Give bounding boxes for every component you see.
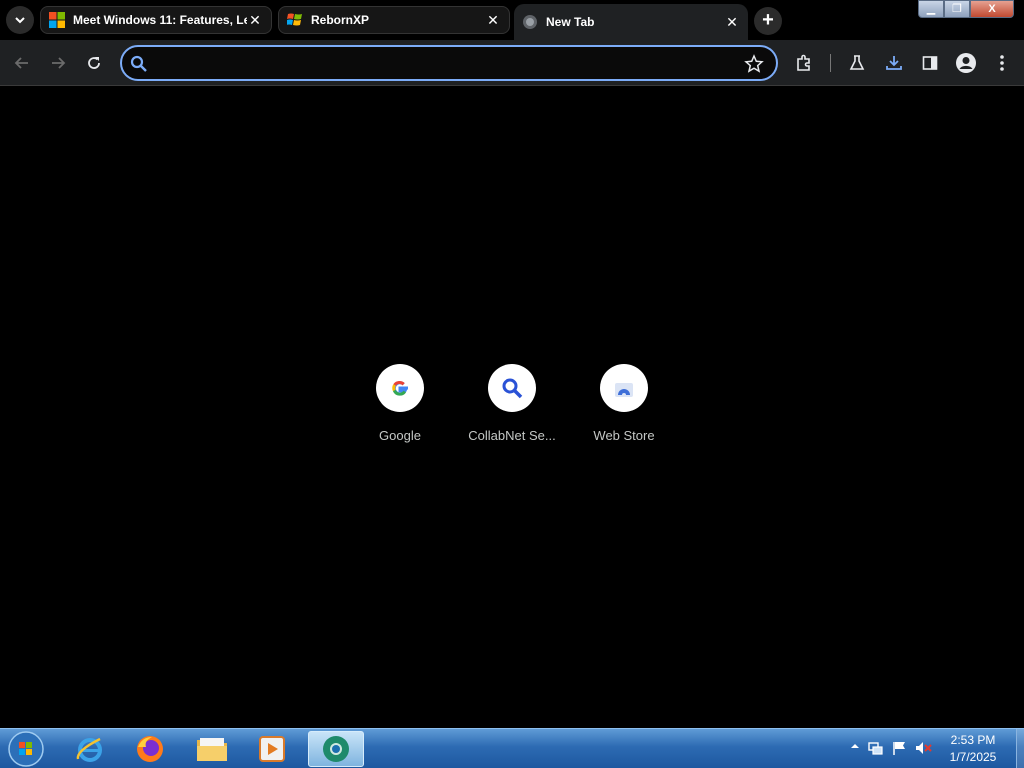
tab-search-button[interactable]: [6, 6, 34, 34]
extensions-button[interactable]: [792, 51, 816, 75]
address-bar[interactable]: [120, 45, 778, 81]
flag-icon: [893, 742, 905, 755]
windows-logo-icon: [49, 12, 65, 28]
magnifier-icon: [502, 378, 523, 399]
search-icon: [130, 55, 147, 72]
shortcut-tile: [376, 364, 424, 412]
tab-rebornxp[interactable]: RebornXP ✕: [278, 6, 510, 34]
network-tray-icon[interactable]: [866, 740, 884, 758]
tab-title: New Tab: [546, 15, 595, 29]
shortcut-label: Google: [379, 428, 421, 443]
windows-xp-logo-icon: [287, 13, 302, 26]
taskbar-clock[interactable]: 2:53 PM 1/7/2025: [932, 732, 1014, 766]
toolbar-divider: [830, 54, 831, 72]
shortcut-label: Web Store: [593, 428, 655, 443]
new-tab-page: Google CollabNet Se... Web Store: [0, 87, 1024, 728]
reload-button[interactable]: [82, 51, 106, 75]
web-store-icon: [615, 383, 633, 397]
clock-time: 2:53 PM: [950, 733, 996, 747]
flask-icon: [849, 55, 865, 70]
puzzle-icon: [797, 54, 810, 71]
show-hidden-icons-button[interactable]: [846, 740, 864, 758]
arrow-left-icon: [14, 57, 28, 69]
menu-button[interactable]: [990, 51, 1014, 75]
profile-button[interactable]: [954, 51, 978, 75]
internet-explorer-icon: [76, 737, 102, 762]
shortcut-google[interactable]: Google: [352, 364, 448, 454]
chevron-down-icon: [15, 17, 25, 24]
taskbar: 2:53 PM 1/7/2025: [0, 728, 1024, 768]
taskbar-file-explorer[interactable]: [184, 731, 240, 767]
shortcut-collabnet[interactable]: CollabNet Se...: [464, 364, 560, 454]
tab-windows11[interactable]: Meet Windows 11: Features, Le ✕: [40, 6, 272, 34]
avatar-icon: [956, 53, 976, 73]
tab-new-tab[interactable]: New Tab ✕: [514, 4, 748, 40]
minimize-button[interactable]: ▁: [918, 0, 944, 18]
file-explorer-icon: [197, 738, 227, 761]
side-panel-button[interactable]: [918, 51, 942, 75]
chrome-canary-icon: [323, 736, 349, 762]
firefox-icon: [137, 736, 163, 762]
address-input[interactable]: [156, 54, 736, 74]
shortcut-tile: [600, 364, 648, 412]
taskbar-firefox[interactable]: [122, 731, 178, 767]
browser-toolbar: [0, 40, 1024, 86]
downloads-button[interactable]: [882, 51, 906, 75]
globe-icon: [523, 15, 537, 29]
action-center-tray-icon[interactable]: [890, 740, 908, 758]
shortcut-tile: [488, 364, 536, 412]
shortcut-label: CollabNet Se...: [468, 428, 556, 443]
reload-icon: [88, 57, 100, 69]
close-window-button[interactable]: X: [970, 0, 1014, 18]
start-button[interactable]: [6, 730, 46, 768]
tab-strip: Meet Windows 11: Features, Le ✕ RebornXP…: [0, 0, 1024, 40]
close-icon[interactable]: ✕: [485, 12, 501, 28]
close-icon[interactable]: ✕: [724, 14, 740, 30]
star-icon[interactable]: [744, 54, 764, 74]
back-button[interactable]: [10, 51, 34, 75]
shortcut-webstore[interactable]: Web Store: [576, 364, 672, 454]
forward-button[interactable]: [46, 51, 70, 75]
windows-orb-icon: [8, 731, 44, 767]
taskbar-media-player[interactable]: [244, 731, 300, 767]
download-icon: [886, 56, 902, 70]
more-vert-icon: [1000, 55, 1004, 71]
volume-tray-icon[interactable]: [914, 740, 932, 758]
side-panel-icon: [922, 56, 938, 70]
google-g-icon: [392, 381, 408, 396]
window-controls: ▁ ❐ X: [918, 0, 1014, 18]
clock-date: 1/7/2025: [949, 750, 997, 764]
tab-title: Meet Windows 11: Features, Le: [73, 13, 247, 27]
chevron-up-icon: [851, 744, 859, 748]
labs-button[interactable]: [845, 51, 869, 75]
taskbar-chrome-canary[interactable]: [308, 731, 364, 767]
tab-title: RebornXP: [311, 13, 370, 27]
network-icon: [868, 742, 883, 755]
taskbar-internet-explorer[interactable]: [62, 731, 118, 767]
new-tab-button[interactable]: +: [754, 7, 782, 35]
close-icon[interactable]: ✕: [247, 12, 263, 28]
maximize-button[interactable]: ❐: [944, 0, 970, 18]
media-player-icon: [259, 736, 285, 762]
volume-muted-icon: [916, 742, 932, 754]
arrow-right-icon: [52, 57, 66, 69]
show-desktop-button[interactable]: [1016, 729, 1024, 768]
